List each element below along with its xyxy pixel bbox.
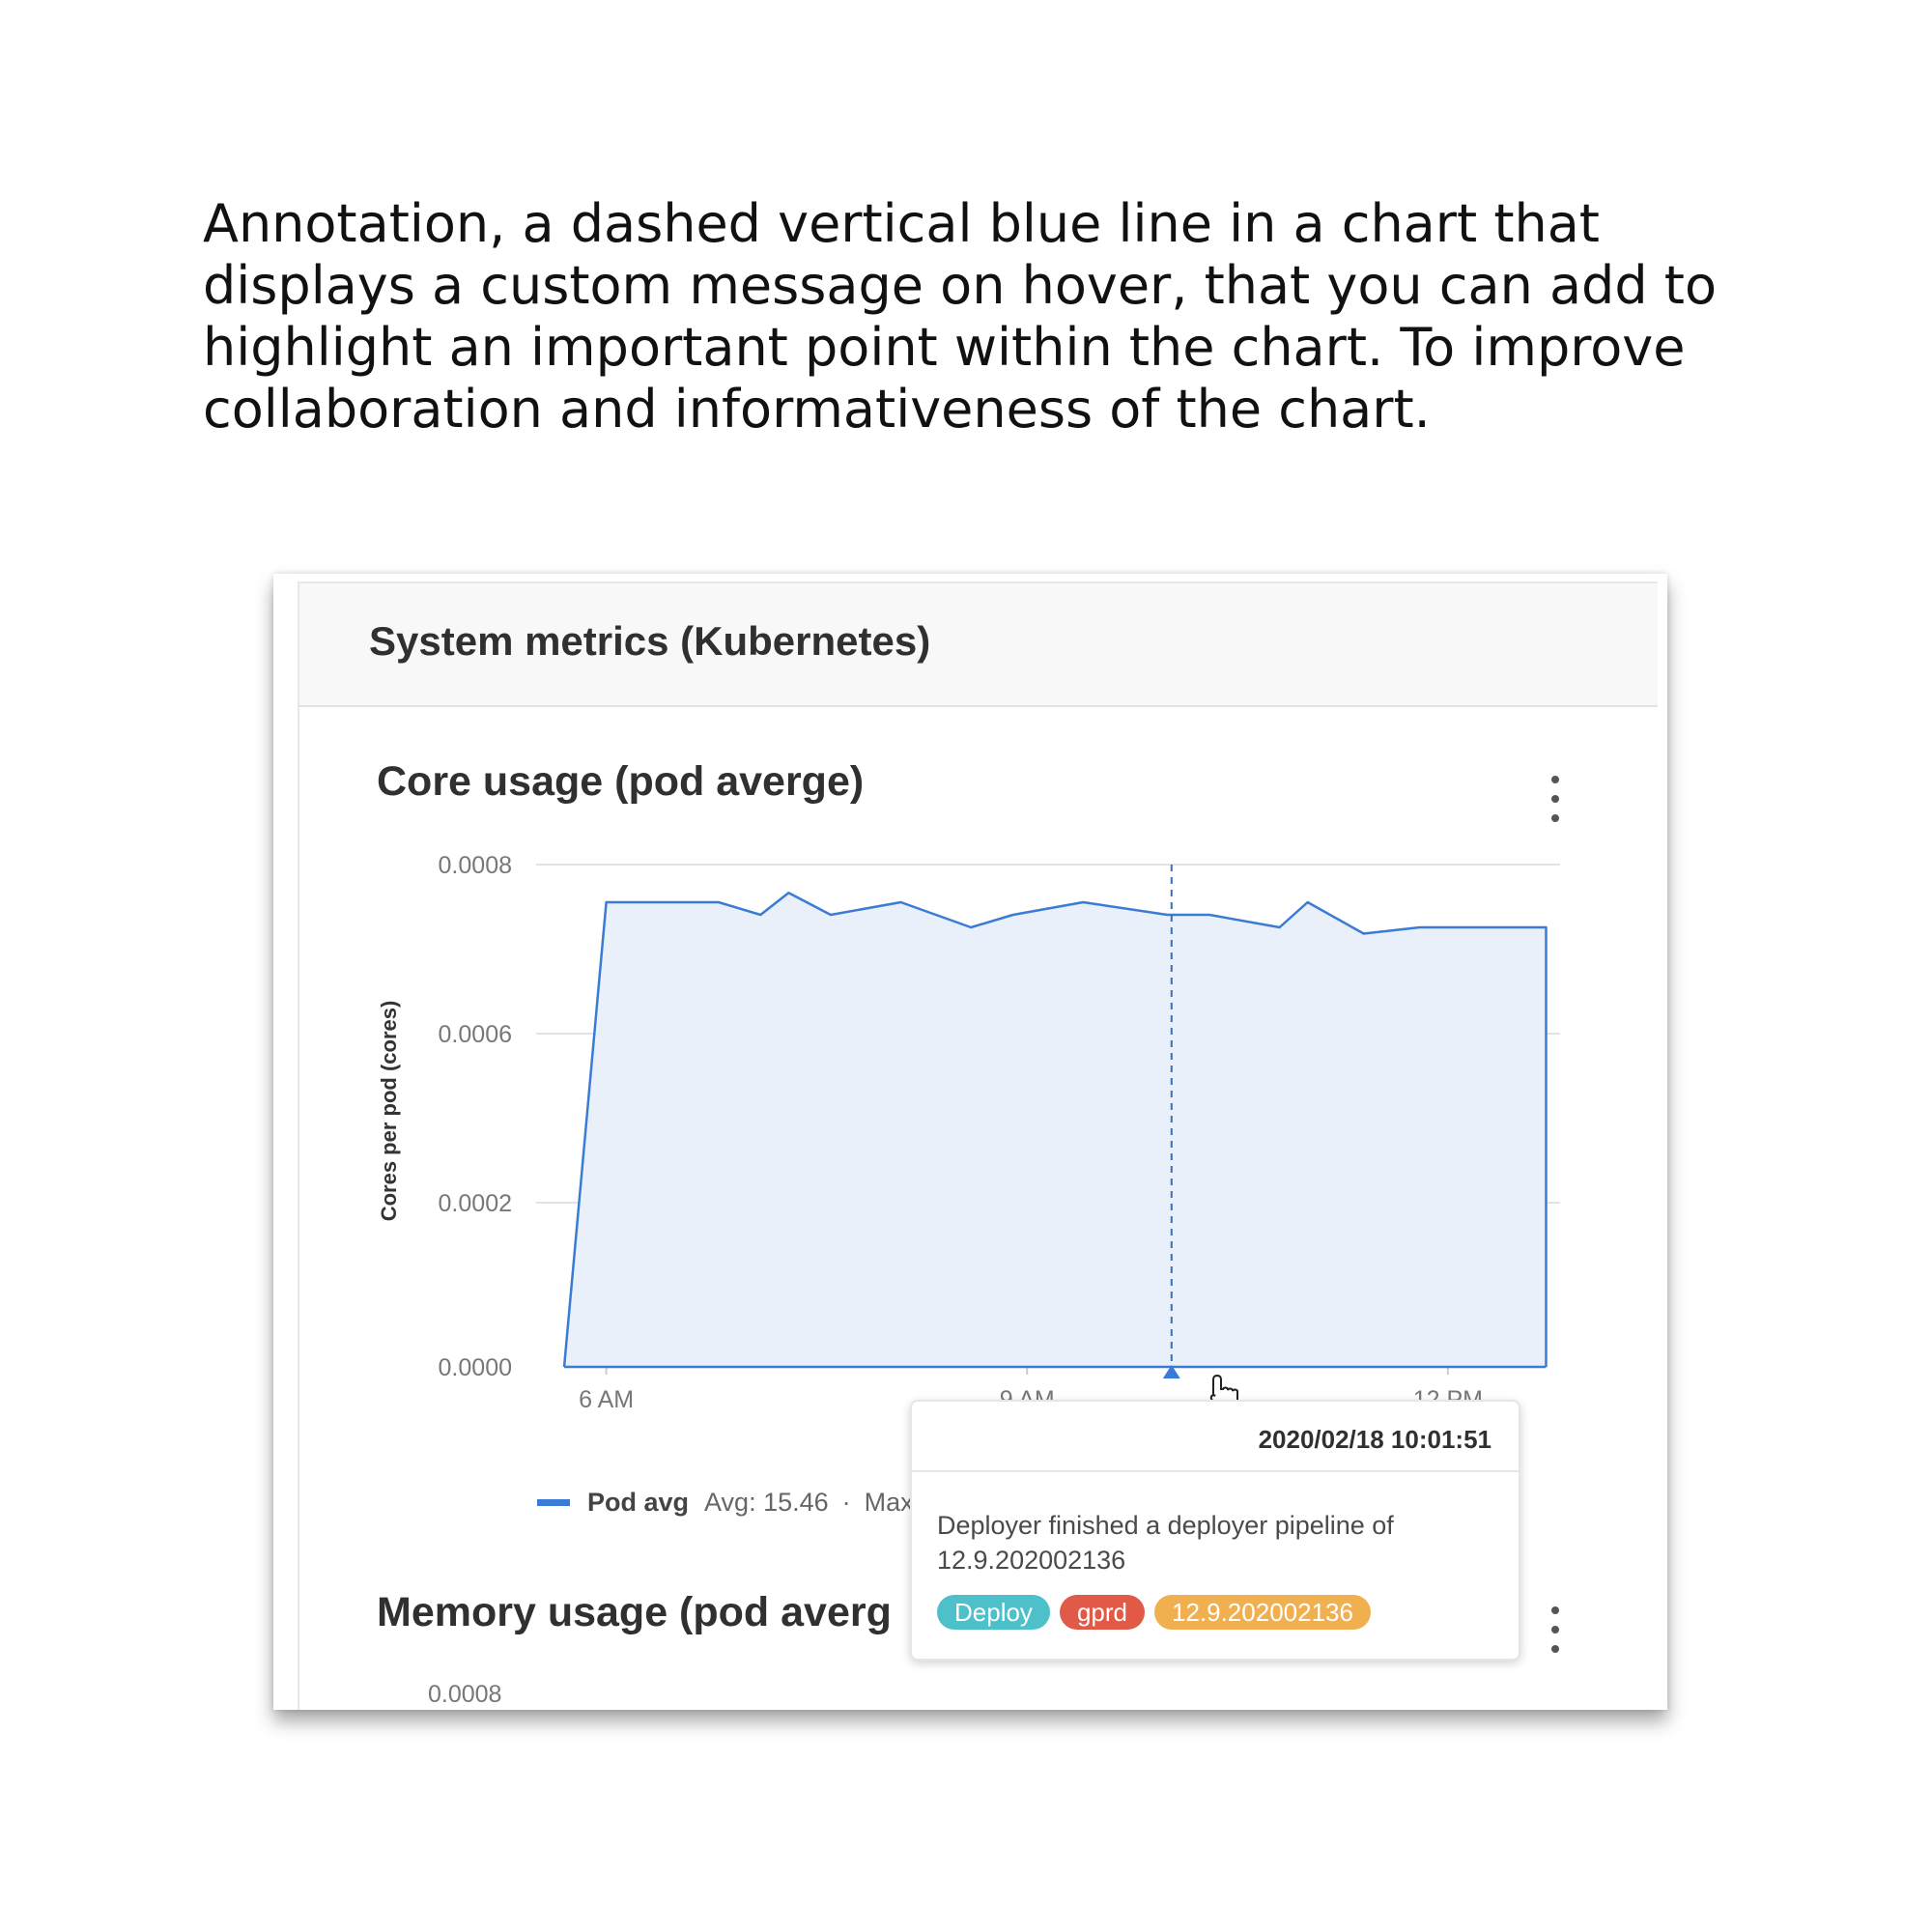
tooltip-timestamp: 2020/02/18 10:01:51 (1258, 1425, 1492, 1454)
y-tick-label: 0.0002 (439, 1190, 512, 1217)
y-tick-label: 0.0006 (439, 1021, 512, 1048)
memory-usage-menu-icon[interactable] (1546, 1606, 1565, 1653)
legend-swatch (537, 1499, 570, 1506)
legend-series-name[interactable]: Pod avg (587, 1488, 689, 1518)
y-tick-label: 0.0008 (439, 852, 512, 879)
memory-chart-y-tick: 0.0008 (428, 1681, 502, 1708)
y-tick-label: 0.0000 (439, 1354, 512, 1381)
badge-version: 12.9.202002136 (1153, 1595, 1371, 1630)
legend-max: Max (864, 1488, 914, 1517)
series-area-fill (564, 893, 1547, 1367)
tooltip-badges: Deploy gprd 12.9.202002136 (937, 1595, 1380, 1630)
legend-separator: · (841, 1488, 851, 1517)
legend-avg: Avg: 15.46 (704, 1488, 829, 1517)
annotation-tooltip: 2020/02/18 10:01:51 Deployer finished a … (910, 1400, 1520, 1661)
y-axis-title: Cores per pod (cores) (377, 1001, 401, 1222)
chart-legend: Pod avg Avg: 15.46 · Max (537, 1488, 927, 1518)
badge-deploy: Deploy (937, 1595, 1050, 1630)
panel-title-memory-usage: Memory usage (pod averg (377, 1589, 892, 1635)
tooltip-divider (912, 1470, 1519, 1472)
chart-series-layer (562, 892, 1548, 1369)
badge-environment: gprd (1059, 1595, 1145, 1630)
x-tick-label: 6 AM (579, 1386, 634, 1413)
tooltip-message: Deployer finished a deployer pipeline of… (937, 1511, 1394, 1575)
